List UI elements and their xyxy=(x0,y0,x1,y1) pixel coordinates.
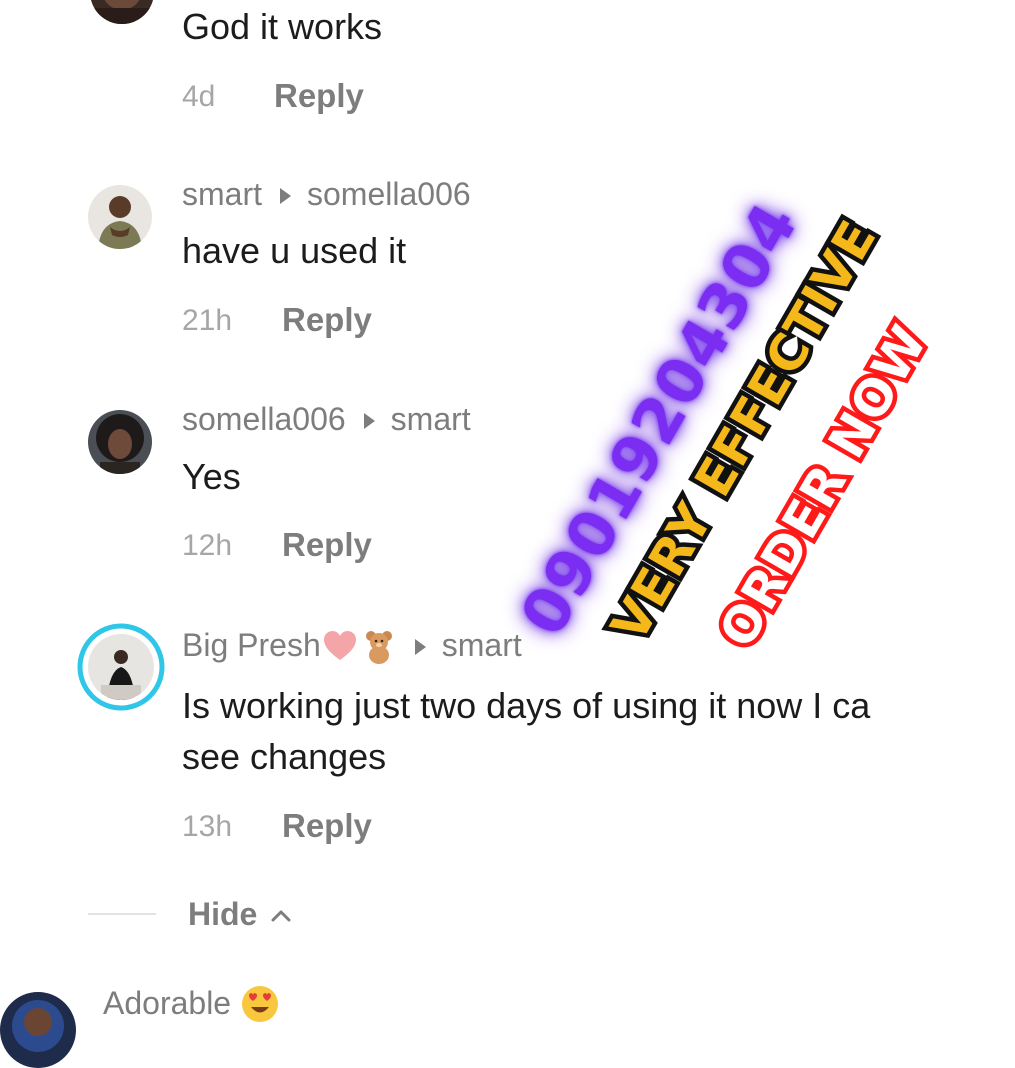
comment-text: Yes xyxy=(182,456,241,497)
comment-text-line-1: Is working just two days of using it now… xyxy=(182,685,871,726)
reply-button[interactable]: Reply xyxy=(274,77,364,115)
avatar-smart[interactable] xyxy=(88,185,152,249)
comment-timestamp: 4d xyxy=(182,80,216,113)
reply-arrow-icon xyxy=(280,187,291,204)
comment-header: somella006 smart xyxy=(182,401,471,437)
comment-timestamp: 12h xyxy=(182,529,233,562)
hide-replies-button[interactable]: Hide xyxy=(188,896,291,933)
avatar-next-commenter[interactable] xyxy=(0,992,76,1068)
comment-text-line-2: see changes xyxy=(182,736,387,777)
hide-divider xyxy=(88,913,156,915)
comment-author[interactable]: smart xyxy=(182,176,262,212)
reply-button[interactable]: Reply xyxy=(282,301,372,339)
reply-to-user[interactable]: somella006 xyxy=(307,176,471,212)
reply-arrow-icon xyxy=(363,412,375,429)
avatar-photo xyxy=(88,410,152,474)
avatar-photo xyxy=(0,992,76,1068)
reply-arrow-icon xyxy=(414,639,426,655)
reply-button[interactable]: Reply xyxy=(282,807,372,845)
next-comment-header: Adorable xyxy=(103,985,279,1023)
reply-to-user[interactable]: smart xyxy=(442,628,522,663)
avatar-commenter-top[interactable] xyxy=(90,0,154,24)
next-comment-author[interactable]: Adorable xyxy=(103,986,231,1021)
heart-eyes-emoji-icon xyxy=(242,986,279,1022)
chevron-up-icon xyxy=(271,910,291,921)
avatar-story-ring xyxy=(77,623,165,711)
reply-button[interactable]: Reply xyxy=(282,526,372,564)
avatar-big-presh[interactable] xyxy=(77,623,165,711)
heart-emoji-icon xyxy=(323,631,356,660)
avatar-somella006[interactable] xyxy=(88,410,152,474)
comment-text: have u used it xyxy=(182,230,407,271)
comment-author[interactable]: somella006 xyxy=(182,401,346,437)
comment-author[interactable]: Big Presh xyxy=(182,628,321,663)
comment-header: Big Presh smart xyxy=(182,628,522,664)
hide-label: Hide xyxy=(188,896,258,932)
teddy-bear-emoji-icon xyxy=(365,631,392,664)
avatar-photo xyxy=(88,185,152,249)
comment-text: God it works xyxy=(182,6,383,47)
avatar-photo xyxy=(90,0,154,24)
reply-to-user[interactable]: smart xyxy=(391,401,471,437)
comment-header: smart somella006 xyxy=(182,176,471,212)
comment-timestamp: 21h xyxy=(182,304,233,337)
comment-timestamp: 13h xyxy=(182,810,233,843)
